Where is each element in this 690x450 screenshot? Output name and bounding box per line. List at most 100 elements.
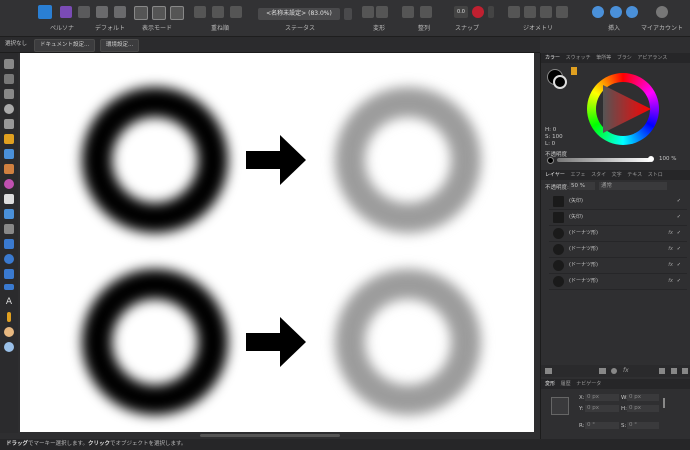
ellipse-tool-icon[interactable] — [4, 254, 14, 264]
pixel-persona-icon[interactable] — [60, 6, 72, 18]
visibility-check-icon[interactable]: ✓ — [677, 194, 681, 209]
w-field[interactable]: 0 px — [627, 394, 659, 401]
geometry-icon-2[interactable] — [524, 6, 536, 18]
shape-tool-icon[interactable] — [4, 284, 14, 290]
gear-icon[interactable] — [96, 6, 108, 18]
visibility-check-icon[interactable]: ✓ — [677, 210, 681, 225]
geometry-icon-4[interactable] — [556, 6, 568, 18]
tab-character[interactable]: 文字 — [612, 172, 622, 178]
fx-icon[interactable]: fx — [668, 242, 673, 257]
fill-tool-icon[interactable] — [4, 179, 14, 189]
arrange-forward-icon[interactable] — [212, 6, 224, 18]
color-picker-tool-icon[interactable] — [7, 312, 11, 322]
donut-gray-top[interactable] — [335, 87, 481, 233]
status-field[interactable]: <名称未設定> (83.0%) — [258, 8, 340, 20]
tab-styles[interactable]: スタイ — [591, 172, 606, 178]
move-tool-icon[interactable] — [4, 59, 14, 69]
layer-row[interactable]: (ドーナツ形) fx ✓ — [549, 242, 687, 258]
transform-icon-2[interactable] — [376, 6, 388, 18]
text-tool-icon[interactable]: A — [4, 297, 14, 307]
tab-color[interactable]: カラー — [545, 55, 560, 61]
group-icon[interactable] — [671, 368, 677, 374]
horizontal-scrollbar[interactable] — [200, 434, 340, 437]
view-mode-icon-2[interactable] — [152, 6, 166, 20]
tab-swatches[interactable]: スウォッチ — [566, 55, 591, 61]
trash-icon[interactable] — [682, 368, 688, 374]
fx-icon[interactable]: fx — [668, 226, 673, 241]
transparency-tool-icon[interactable] — [4, 194, 14, 204]
rectangle-tool-icon[interactable] — [4, 239, 14, 249]
tab-navigator[interactable]: ナビゲータ — [576, 381, 601, 387]
account-icon[interactable] — [656, 6, 668, 18]
layer-opacity-field[interactable]: 50 % — [569, 182, 595, 190]
hand-tool-icon[interactable] — [4, 327, 14, 337]
mask-icon[interactable] — [611, 368, 617, 374]
artboard-tool-icon[interactable] — [4, 74, 14, 84]
tab-text[interactable]: テキス — [627, 172, 642, 178]
fx-add-icon[interactable]: fx — [623, 367, 629, 374]
corner-tool-icon[interactable] — [4, 119, 14, 129]
designer-persona-icon[interactable] — [38, 5, 52, 19]
x-field[interactable]: 0 px — [585, 394, 619, 401]
tab-layers[interactable]: レイヤー — [545, 172, 565, 178]
arrange-back-icon[interactable] — [194, 6, 206, 18]
anchor-selector[interactable] — [551, 397, 569, 415]
brush-tool-icon[interactable] — [4, 164, 14, 174]
visibility-check-icon[interactable]: ✓ — [677, 226, 681, 241]
arrow-bottom[interactable] — [246, 317, 310, 367]
zoom-tool-icon[interactable] — [4, 342, 14, 352]
snap-value[interactable]: 0.0 — [454, 6, 468, 18]
rounded-rectangle-tool-icon[interactable] — [4, 269, 14, 279]
donut-gray-bottom[interactable] — [335, 269, 481, 415]
add-layer-icon[interactable] — [599, 368, 606, 374]
rotation-field[interactable]: 0 ° — [585, 422, 619, 429]
arrange-top-icon[interactable] — [230, 6, 242, 18]
default-icon[interactable] — [114, 6, 126, 18]
fx-icon[interactable]: fx — [668, 258, 673, 273]
visibility-check-icon[interactable]: ✓ — [677, 258, 681, 273]
document-canvas[interactable] — [20, 53, 534, 432]
opacity-value[interactable]: 100 % — [659, 156, 676, 162]
node-tool-icon[interactable] — [4, 89, 14, 99]
layer-row[interactable]: (ドーナツ形) fx ✓ — [549, 274, 687, 290]
new-layer-icon[interactable] — [659, 368, 665, 374]
snap-chevron-icon[interactable] — [488, 6, 494, 18]
opacity-slider-handle[interactable] — [648, 156, 654, 162]
blend-mode-select[interactable]: 通常 — [599, 182, 667, 190]
layer-row[interactable]: (ドーナツ形) fx ✓ — [549, 226, 687, 242]
pen-tool-icon[interactable] — [4, 134, 14, 144]
eyedropper-icon[interactable] — [571, 67, 577, 75]
tab-history[interactable]: 履歴 — [561, 381, 571, 387]
place-image-tool-icon[interactable] — [4, 209, 14, 219]
shear-field[interactable]: 0 ° — [627, 422, 659, 429]
layers-stack-icon[interactable] — [545, 368, 552, 374]
opacity-slider[interactable] — [557, 158, 651, 162]
insert-icon-3[interactable] — [626, 6, 638, 18]
tab-transform[interactable]: 変形 — [545, 381, 555, 387]
tab-appearance[interactable]: アピアランス — [637, 55, 667, 61]
donut-black-bottom[interactable] — [82, 269, 228, 415]
layer-row[interactable]: (矢印) ✓ — [549, 210, 687, 226]
visibility-check-icon[interactable]: ✓ — [677, 242, 681, 257]
stroke-swatch[interactable] — [553, 75, 567, 89]
layer-row[interactable]: (矢印) ✓ — [549, 194, 687, 210]
donut-black-top[interactable] — [82, 87, 228, 233]
view-mode-icon[interactable] — [134, 6, 148, 20]
document-settings-button[interactable]: ドキュメント設定... — [34, 39, 96, 52]
crop-tool-icon[interactable] — [4, 224, 14, 234]
align-icon-2[interactable] — [420, 6, 432, 18]
arrow-top[interactable] — [246, 135, 310, 185]
fx-icon[interactable]: fx — [668, 274, 673, 289]
preferences-button[interactable]: 環境設定... — [100, 39, 140, 52]
transform-icon-1[interactable] — [362, 6, 374, 18]
view-mode-icon-3[interactable] — [170, 6, 184, 20]
visibility-check-icon[interactable]: ✓ — [677, 274, 681, 289]
snap-magnet-icon[interactable] — [472, 6, 484, 18]
tab-stroke[interactable]: 筆所等 — [596, 55, 611, 61]
lock-ratio-icon[interactable] — [663, 398, 665, 408]
tab-stroke-2[interactable]: ストロ — [648, 172, 663, 178]
color-triangle[interactable] — [599, 85, 651, 133]
h-field[interactable]: 0 px — [627, 405, 659, 412]
export-persona-icon[interactable] — [78, 6, 90, 18]
point-transform-tool-icon[interactable] — [4, 104, 14, 114]
